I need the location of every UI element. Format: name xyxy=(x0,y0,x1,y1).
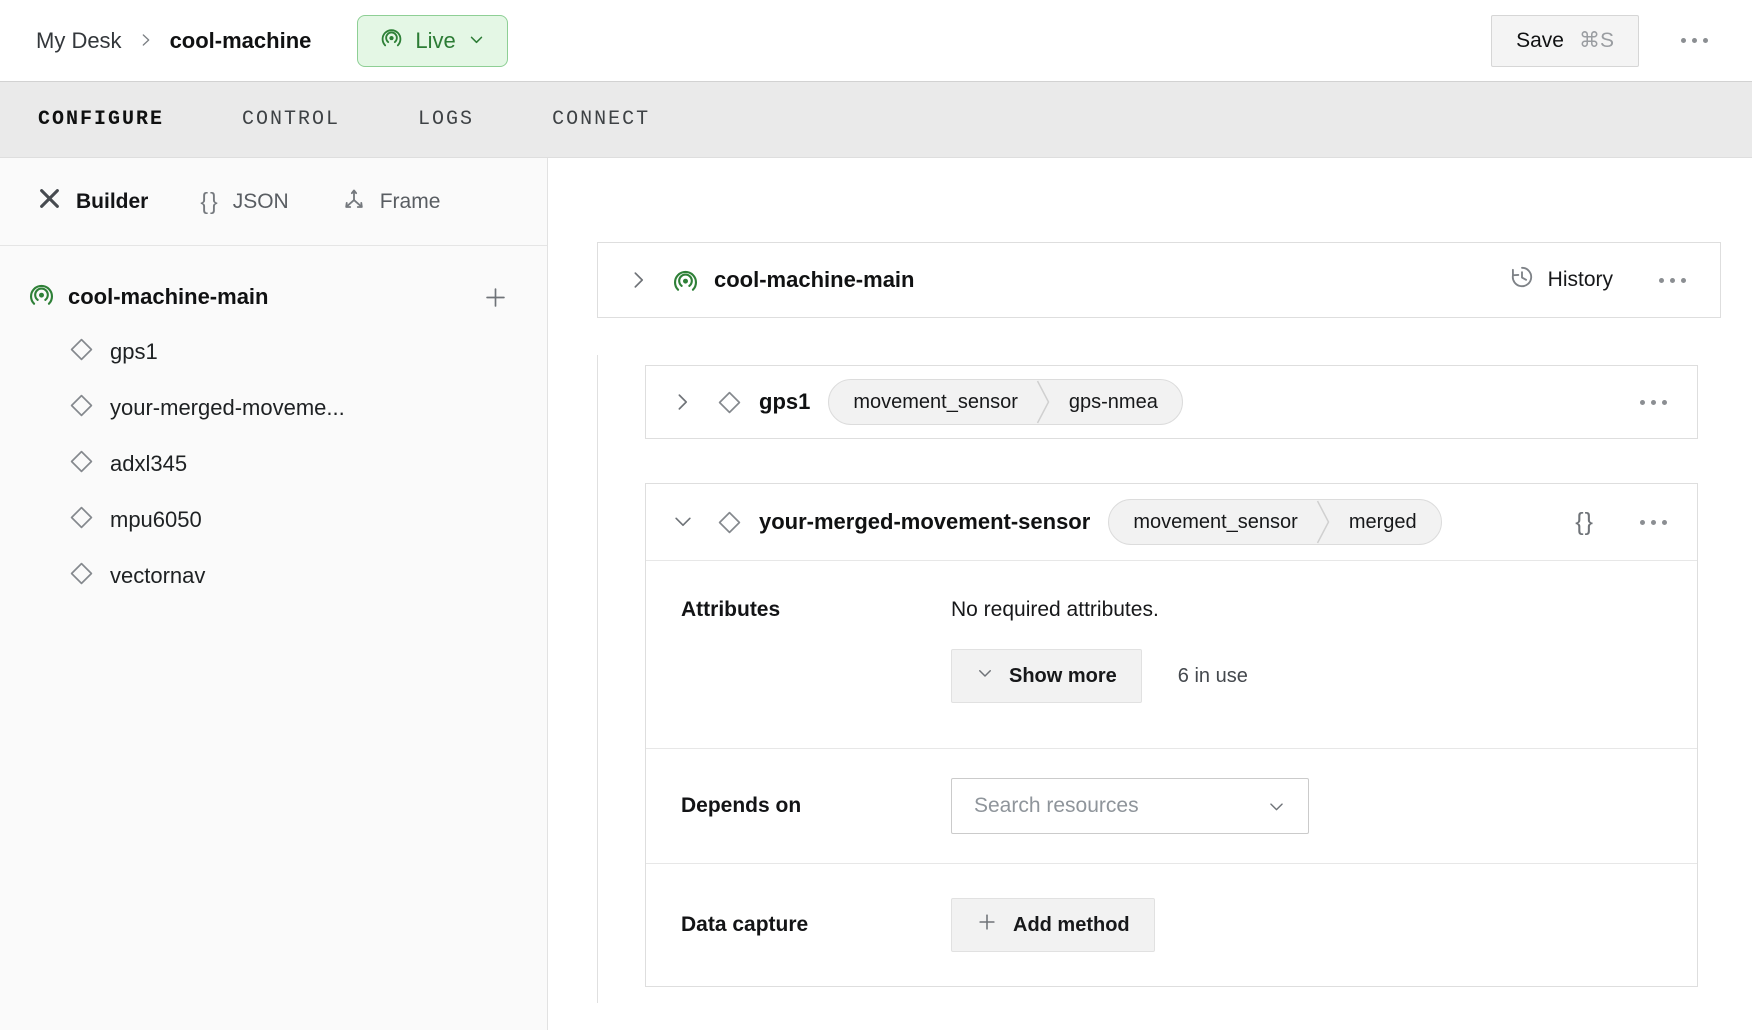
tab-configure[interactable]: CONFIGURE xyxy=(38,108,164,131)
tab-connect[interactable]: CONNECT xyxy=(552,108,650,131)
component-diamond-icon xyxy=(716,389,743,416)
history-label: History xyxy=(1548,268,1613,292)
component-diamond-icon xyxy=(68,560,95,593)
edit-json-braces-icon[interactable]: {} xyxy=(1575,508,1594,537)
show-more-button[interactable]: Show more xyxy=(951,649,1142,703)
tab-bar: CONFIGURE CONTROL LOGS CONNECT xyxy=(0,81,1752,158)
component-card-gps1: gps1 movement_sensor gps-nmea xyxy=(645,365,1698,439)
plus-icon xyxy=(976,911,998,939)
header-actions: Save ⌘S xyxy=(1491,15,1712,67)
add-method-button[interactable]: Add method xyxy=(951,898,1155,952)
add-method-label: Add method xyxy=(1013,914,1130,937)
component-name: your-merged-movement-sensor xyxy=(759,509,1090,535)
history-button[interactable]: History xyxy=(1509,264,1613,296)
component-diamond-icon xyxy=(68,392,95,425)
tab-control[interactable]: CONTROL xyxy=(242,108,340,131)
expand-chevron-right-icon[interactable] xyxy=(672,391,694,413)
mode-json-label: JSON xyxy=(233,190,289,214)
depends-on-section: Depends on Search resources xyxy=(646,748,1697,863)
config-sidebar: Builder {} JSON Frame xyxy=(0,158,548,1030)
chevron-down-icon xyxy=(468,28,485,54)
view-mode-toggle: Builder {} JSON Frame xyxy=(0,158,547,246)
chevron-down-icon xyxy=(1267,797,1286,816)
component-card-merged-sensor: your-merged-movement-sensor movement_sen… xyxy=(645,483,1698,987)
tree-item-label: adxl345 xyxy=(110,451,187,477)
tree-item-label: your-merged-moveme... xyxy=(110,395,345,421)
broadcast-icon xyxy=(672,267,699,294)
tree-item-label: mpu6050 xyxy=(110,507,202,533)
broadcast-icon xyxy=(28,281,55,314)
expand-chevron-right-icon[interactable] xyxy=(628,269,650,291)
live-status-dropdown[interactable]: Live xyxy=(357,15,507,67)
mode-frame-label: Frame xyxy=(380,190,441,214)
attributes-label: Attributes xyxy=(681,598,951,703)
component-type-model-tag: movement_sensor gps-nmea xyxy=(828,379,1182,425)
depends-on-select[interactable]: Search resources xyxy=(951,778,1309,834)
chevron-down-icon xyxy=(976,664,994,688)
data-capture-label: Data capture xyxy=(681,913,951,937)
machine-card-menu-icon[interactable] xyxy=(1655,274,1690,287)
component-type: movement_sensor xyxy=(1109,500,1316,544)
breadcrumb-separator-icon xyxy=(138,28,154,54)
data-capture-section: Data capture Add method xyxy=(646,863,1697,986)
tree-item-mpu6050[interactable]: mpu6050 xyxy=(28,492,509,548)
resource-tree: cool-machine-main gps1 your-merged-movem… xyxy=(0,246,547,604)
history-clock-icon xyxy=(1509,264,1535,296)
mode-builder-label: Builder xyxy=(76,190,148,214)
component-card-header: your-merged-movement-sensor movement_sen… xyxy=(646,484,1697,560)
component-diamond-icon xyxy=(68,504,95,537)
tree-item-machine-main[interactable]: cool-machine-main xyxy=(28,270,509,324)
config-main-panel: cool-machine-main History xyxy=(548,158,1752,1030)
collapse-chevron-down-icon[interactable] xyxy=(672,511,694,533)
tree-item-adxl345[interactable]: adxl345 xyxy=(28,436,509,492)
attributes-section: Attributes No required attributes. Show … xyxy=(646,560,1697,748)
component-menu-icon[interactable] xyxy=(1636,516,1671,529)
attributes-in-use-count: 6 in use xyxy=(1178,665,1248,688)
breadcrumb: My Desk cool-machine xyxy=(36,28,311,54)
add-resource-icon[interactable] xyxy=(482,284,509,311)
tag-divider-icon xyxy=(1316,500,1331,544)
header-more-menu-icon[interactable] xyxy=(1677,34,1712,47)
tree-item-vectornav[interactable]: vectornav xyxy=(28,548,509,604)
tree-item-gps1[interactable]: gps1 xyxy=(28,324,509,380)
frame-axes-icon xyxy=(341,186,367,218)
tree-connector-line xyxy=(597,355,598,1003)
component-type-model-tag: movement_sensor merged xyxy=(1108,499,1441,545)
component-model: gps-nmea xyxy=(1051,380,1182,424)
component-type: movement_sensor xyxy=(829,380,1036,424)
tree-item-label: gps1 xyxy=(110,339,158,365)
show-more-label: Show more xyxy=(1009,665,1117,688)
attributes-empty-text: No required attributes. xyxy=(951,598,1248,622)
component-diamond-icon xyxy=(68,448,95,481)
save-button[interactable]: Save ⌘S xyxy=(1491,15,1639,67)
tag-divider-icon xyxy=(1036,380,1051,424)
component-model: merged xyxy=(1331,500,1441,544)
tools-icon xyxy=(36,185,63,218)
component-menu-icon[interactable] xyxy=(1636,396,1671,409)
tab-logs[interactable]: LOGS xyxy=(418,108,474,131)
component-name: gps1 xyxy=(759,389,810,415)
mode-json[interactable]: {} JSON xyxy=(200,188,288,215)
live-status-label: Live xyxy=(415,28,455,54)
tree-item-merged-sensor[interactable]: your-merged-moveme... xyxy=(28,380,509,436)
broadcast-icon xyxy=(380,26,403,55)
braces-icon: {} xyxy=(200,188,219,215)
tree-root-label: cool-machine-main xyxy=(68,284,268,310)
mode-frame[interactable]: Frame xyxy=(341,186,441,218)
depends-on-placeholder: Search resources xyxy=(974,794,1139,818)
component-diamond-icon xyxy=(716,509,743,536)
machine-card-title: cool-machine-main xyxy=(714,267,914,293)
machine-card: cool-machine-main History xyxy=(597,242,1721,318)
component-diamond-icon xyxy=(68,336,95,369)
tree-item-label: vectornav xyxy=(110,563,205,589)
depends-on-label: Depends on xyxy=(681,794,951,818)
app-header: My Desk cool-machine Live Save ⌘S xyxy=(0,0,1752,81)
save-label: Save xyxy=(1516,29,1564,53)
breadcrumb-parent[interactable]: My Desk xyxy=(36,28,122,54)
mode-builder[interactable]: Builder xyxy=(36,185,148,218)
breadcrumb-current: cool-machine xyxy=(170,28,312,54)
save-shortcut: ⌘S xyxy=(1579,28,1614,53)
